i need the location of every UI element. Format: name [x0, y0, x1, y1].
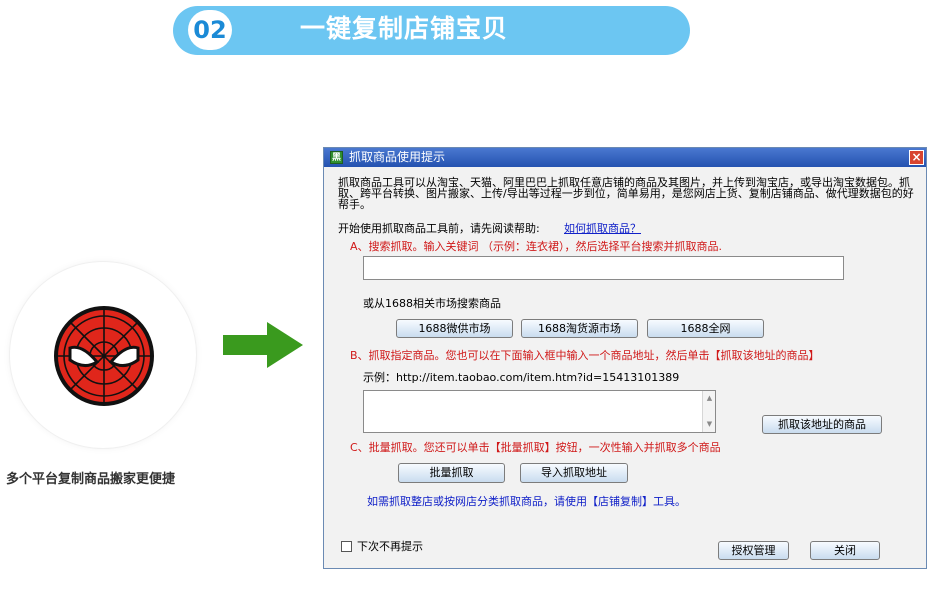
- dialog-titlebar[interactable]: 黑 抓取商品使用提示 ×: [324, 148, 926, 167]
- banner-number: 02: [188, 10, 232, 50]
- url-scrollbar[interactable]: ▲ ▼: [702, 391, 715, 432]
- market-label: 或从1688相关市场搜索商品: [363, 297, 501, 310]
- import-urls-button[interactable]: 导入抓取地址: [520, 463, 628, 483]
- section-a-text: A、搜索抓取。输入关键词 （示例：连衣裙），然后选择平台搜索并抓取商品.: [350, 240, 723, 253]
- app-icon: 黑: [330, 151, 343, 164]
- fetch-url-button[interactable]: 抓取该地址的商品: [762, 415, 882, 434]
- section-c-text: C、批量抓取。您还可以单击【批量抓取】按钮，一次性输入并抓取多个商品: [350, 441, 721, 454]
- fetch-tips-dialog: 黑 抓取商品使用提示 × 抓取商品工具可以从淘宝、天猫、阿里巴巴上抓取任意店铺的…: [323, 147, 927, 569]
- batch-fetch-button[interactable]: 批量抓取: [398, 463, 505, 483]
- keyword-input[interactable]: [363, 256, 844, 280]
- right-arrow-icon: [223, 322, 303, 368]
- shop-copy-hint: 如需抓取整店或按网店分类抓取商品，请使用【店铺复制】工具。: [367, 495, 686, 508]
- banner-title: 一键复制店铺宝贝: [300, 14, 509, 43]
- url-example: 示例：http://item.taobao.com/item.htm?id=15…: [363, 371, 680, 384]
- no-remind-checkbox[interactable]: [341, 541, 352, 552]
- feature-caption: 多个平台复制商品搬家更便捷: [6, 472, 176, 487]
- market-1688-wei-button[interactable]: 1688微供市场: [396, 319, 513, 338]
- spider-mask-icon: [54, 306, 154, 406]
- url-input[interactable]: [363, 390, 716, 433]
- no-remind-label[interactable]: 下次不再提示: [357, 540, 423, 553]
- help-link[interactable]: 如何抓取商品？: [564, 222, 641, 235]
- dialog-title: 抓取商品使用提示: [349, 150, 446, 164]
- close-icon[interactable]: ×: [909, 150, 924, 165]
- market-1688-all-button[interactable]: 1688全网: [647, 319, 764, 338]
- section-b-text: B、抓取指定商品。您也可以在下面输入框中输入一个商品地址，然后单击【抓取该地址的…: [350, 349, 820, 362]
- scroll-down-icon[interactable]: ▼: [705, 420, 714, 429]
- market-1688-taohuoyuan-button[interactable]: 1688淘货源市场: [521, 319, 638, 338]
- close-button[interactable]: 关闭: [810, 541, 880, 560]
- auth-manage-button[interactable]: 授权管理: [718, 541, 789, 560]
- help-prefix: 开始使用抓取商品工具前，请先阅读帮助:: [338, 222, 540, 235]
- intro-text: 抓取商品工具可以从淘宝、天猫、阿里巴巴上抓取任意店铺的商品及其图片，并上传到淘宝…: [338, 176, 914, 211]
- scroll-up-icon[interactable]: ▲: [705, 394, 714, 403]
